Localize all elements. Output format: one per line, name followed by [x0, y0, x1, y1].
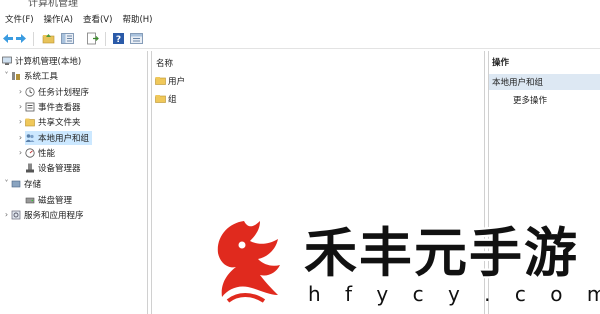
more-actions-link[interactable]: 更多操作: [513, 94, 547, 106]
list-item-label: 用户: [168, 76, 186, 87]
tree-label: 性能: [38, 148, 56, 159]
forward-arrow-icon[interactable]: [15, 32, 28, 45]
menu-bar: 文件(F) 操作(A) 查看(V) 帮助(H): [0, 10, 600, 28]
chevron-right-icon[interactable]: ›: [16, 133, 25, 142]
performance-icon: [25, 147, 35, 158]
users-group-icon: [25, 133, 35, 142]
list-item-label: 组: [168, 94, 177, 105]
show-tree-icon[interactable]: [61, 32, 74, 45]
tree-label: 服务和应用程序: [24, 210, 84, 221]
tree-item-system-tools[interactable]: ˅ 系统工具: [2, 68, 59, 83]
chevron-down-icon[interactable]: ˅: [2, 179, 11, 188]
system-tools-icon: [12, 71, 20, 80]
tree-item-services-apps[interactable]: › 服务和应用程序: [2, 207, 84, 222]
toolbar: ?: [0, 29, 600, 49]
tree-label: 磁盘管理: [38, 195, 73, 206]
menu-view[interactable]: 查看(V): [78, 13, 116, 25]
tree-item-device-manager[interactable]: 设备管理器: [25, 160, 81, 175]
column-header-name[interactable]: 名称: [156, 57, 173, 69]
chevron-right-icon[interactable]: ›: [16, 148, 25, 157]
device-manager-icon: [26, 163, 34, 172]
list-item[interactable]: 用户: [155, 73, 185, 88]
watermark-text: 禾丰元手游: [304, 222, 579, 284]
tree-item-performance[interactable]: › 性能: [16, 145, 55, 160]
tree-label: 存储: [24, 179, 42, 190]
tree-item-shared-folders[interactable]: › 共享文件夹: [16, 114, 81, 129]
chevron-right-icon[interactable]: ›: [2, 210, 11, 219]
tree-item-root[interactable]: 计算机管理(本地): [2, 53, 81, 68]
computer-management-icon: [2, 56, 12, 65]
tree-item-disk-management[interactable]: 磁盘管理: [25, 192, 72, 207]
actions-section-title[interactable]: 本地用户和组: [489, 74, 600, 90]
folder-icon: [155, 77, 166, 85]
tree-label: 任务计划程序: [38, 87, 90, 98]
tree-label: 共享文件夹: [38, 117, 81, 128]
tree-item-local-users-groups[interactable]: › 本地用户和组: [16, 130, 93, 145]
tree-label: 设备管理器: [38, 163, 81, 174]
event-viewer-icon: [25, 102, 35, 111]
clock-icon: [25, 86, 35, 97]
chevron-right-icon[interactable]: ›: [16, 117, 25, 126]
storage-icon: [11, 180, 21, 187]
shared-folder-icon: [25, 118, 35, 126]
tree-item-storage[interactable]: ˅ 存储: [2, 176, 42, 191]
back-arrow-icon[interactable]: [1, 32, 14, 45]
title-bar: 计算机管理: [0, 0, 600, 9]
up-folder-icon[interactable]: [42, 32, 55, 45]
disk-icon: [25, 197, 35, 203]
toolbar-separator: [105, 32, 106, 46]
tree-item-task-scheduler[interactable]: › 任务计划程序: [16, 84, 89, 99]
toolbar-separator: [33, 32, 34, 46]
tree-item-event-viewer[interactable]: › 事件查看器: [16, 99, 81, 114]
list-item[interactable]: 组: [155, 91, 177, 106]
tree-label: 事件查看器: [38, 102, 81, 113]
tree-label: 本地用户和组: [38, 133, 90, 144]
watermark-logo-icon: [217, 221, 280, 303]
watermark-url: h f y c y . c o m: [308, 282, 600, 306]
tree-label: 系统工具: [24, 71, 59, 82]
menu-file[interactable]: 文件(F): [0, 13, 38, 25]
menu-action[interactable]: 操作(A): [39, 13, 77, 25]
services-icon: [11, 210, 21, 219]
help-icon[interactable]: ?: [112, 32, 125, 45]
svg-text:?: ?: [116, 35, 121, 45]
chevron-down-icon[interactable]: ˅: [2, 71, 11, 80]
properties-icon[interactable]: [130, 32, 143, 45]
menu-help[interactable]: 帮助(H): [117, 13, 156, 25]
actions-header: 操作: [492, 58, 510, 68]
tree-label: 计算机管理(本地): [15, 56, 82, 67]
chevron-right-icon[interactable]: ›: [16, 87, 25, 96]
selected-tree-item: 本地用户和组: [25, 130, 93, 145]
export-list-icon[interactable]: [86, 32, 99, 45]
navigation-tree: 计算机管理(本地) ˅ 系统工具 › 任务计划程序 › 事件查看器 › 共享文件…: [0, 51, 148, 314]
window-title: 计算机管理: [28, 0, 78, 9]
chevron-right-icon[interactable]: ›: [16, 102, 25, 111]
folder-icon: [155, 95, 166, 103]
